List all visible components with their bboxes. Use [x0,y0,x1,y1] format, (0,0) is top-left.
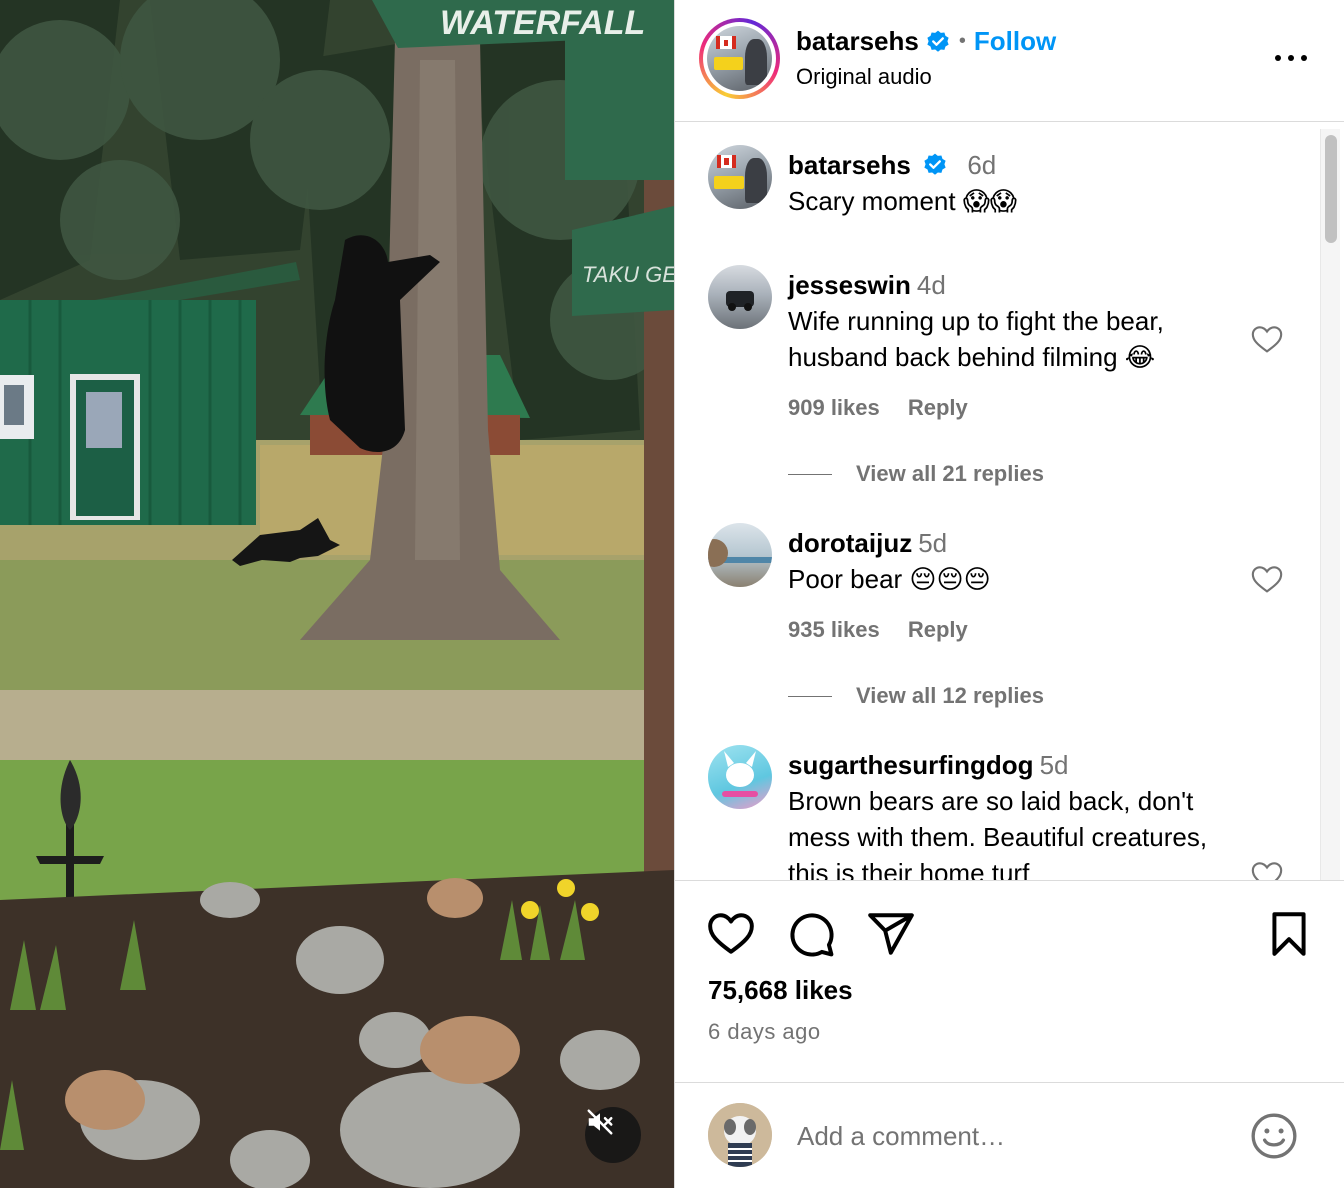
more-options-icon[interactable] [1271,44,1311,72]
comment-text: Brown bears are so laid back, don't mess… [788,786,1208,880]
sign-general-text: TAKU GENERAL [582,262,674,287]
speaker-muted-icon [587,1109,613,1135]
view-replies-label: View all 21 replies [856,461,1044,486]
add-comment-bar [675,1082,1344,1188]
post-likes-count[interactable]: 75,668 likes [708,975,853,1006]
comments-list[interactable]: batarsehs 6d Scary moment 😱😱 jesseswin 4d [675,123,1344,880]
comment-avatar[interactable] [708,745,772,809]
caption-avatar[interactable] [708,145,772,209]
mute-toggle-button[interactable] [585,1107,641,1163]
post-actions: 75,668 likes 6 days ago [675,880,1344,1082]
comment-meta: 909 likes Reply [788,395,1228,421]
follow-button[interactable]: Follow [974,26,1056,57]
bookmark-icon[interactable] [1264,909,1314,959]
caption-text: Scary moment 😱😱 [788,186,1018,216]
paper-plane-icon[interactable] [866,909,916,959]
comment-likes-count[interactable]: 935 likes [788,617,880,642]
reply-button[interactable]: Reply [908,395,968,420]
video-frame: WATERFALL TAKU GENERAL [0,0,674,1188]
reply-button[interactable]: Reply [908,617,968,642]
caption-item: batarsehs 6d Scary moment 😱😱 [675,145,1315,255]
post-header: batarsehs • Follow Original audio [675,0,1344,122]
heart-icon[interactable] [1250,563,1284,597]
comment-username[interactable]: dorotaijuz [788,528,912,558]
comment-likes-count[interactable]: 909 likes [788,395,880,420]
verified-badge-icon [924,153,946,175]
current-user-avatar [708,1103,772,1167]
comment-time[interactable]: 5d [1040,750,1069,780]
comment-time[interactable]: 5d [918,528,947,558]
view-replies-label: View all 12 replies [856,683,1044,708]
owner-username[interactable]: batarsehs [796,26,919,57]
caption-time[interactable]: 6d [967,150,996,180]
verified-badge-icon [927,30,949,52]
view-replies-button[interactable]: View all 12 replies [788,683,1044,709]
comment-item: sugarthesurfingdog 5d Brown bears are so … [675,745,1315,880]
heart-icon[interactable] [1250,323,1284,357]
owner-avatar [707,26,772,91]
comment-text: Poor bear 😔😔😔 [788,564,991,594]
heart-icon[interactable] [1250,859,1284,880]
post-date[interactable]: 6 days ago [708,1019,821,1045]
sign-waterfall-text: WATERFALL [440,4,645,42]
add-comment-input[interactable] [797,1113,1217,1159]
post-media[interactable]: WATERFALL TAKU GENERAL [0,0,674,1188]
caption-username[interactable]: batarsehs [788,150,911,180]
view-replies-button[interactable]: View all 21 replies [788,461,1044,487]
comment-text: Wife running up to fight the bear, husba… [788,306,1164,372]
owner-avatar-story-ring[interactable] [699,18,780,99]
comment-avatar[interactable] [708,523,772,587]
comment-meta: 935 likes Reply [788,617,1228,643]
comment-bubble-icon[interactable] [786,909,836,959]
original-audio-link[interactable]: Original audio [796,64,932,90]
comments-scrollbar[interactable] [1320,129,1340,880]
scrollbar-thumb[interactable] [1325,135,1337,243]
post-details-panel: batarsehs • Follow Original audio batars… [674,0,1344,1188]
comment-avatar[interactable] [708,265,772,329]
heart-icon[interactable] [706,909,756,959]
comment-username[interactable]: jesseswin [788,270,911,300]
header-separator: • [958,30,966,52]
comment-username[interactable]: sugarthesurfingdog [788,750,1034,780]
smiley-icon[interactable] [1249,1111,1299,1161]
owner-line: batarsehs • Follow [796,26,1056,57]
comment-time[interactable]: 4d [917,270,946,300]
